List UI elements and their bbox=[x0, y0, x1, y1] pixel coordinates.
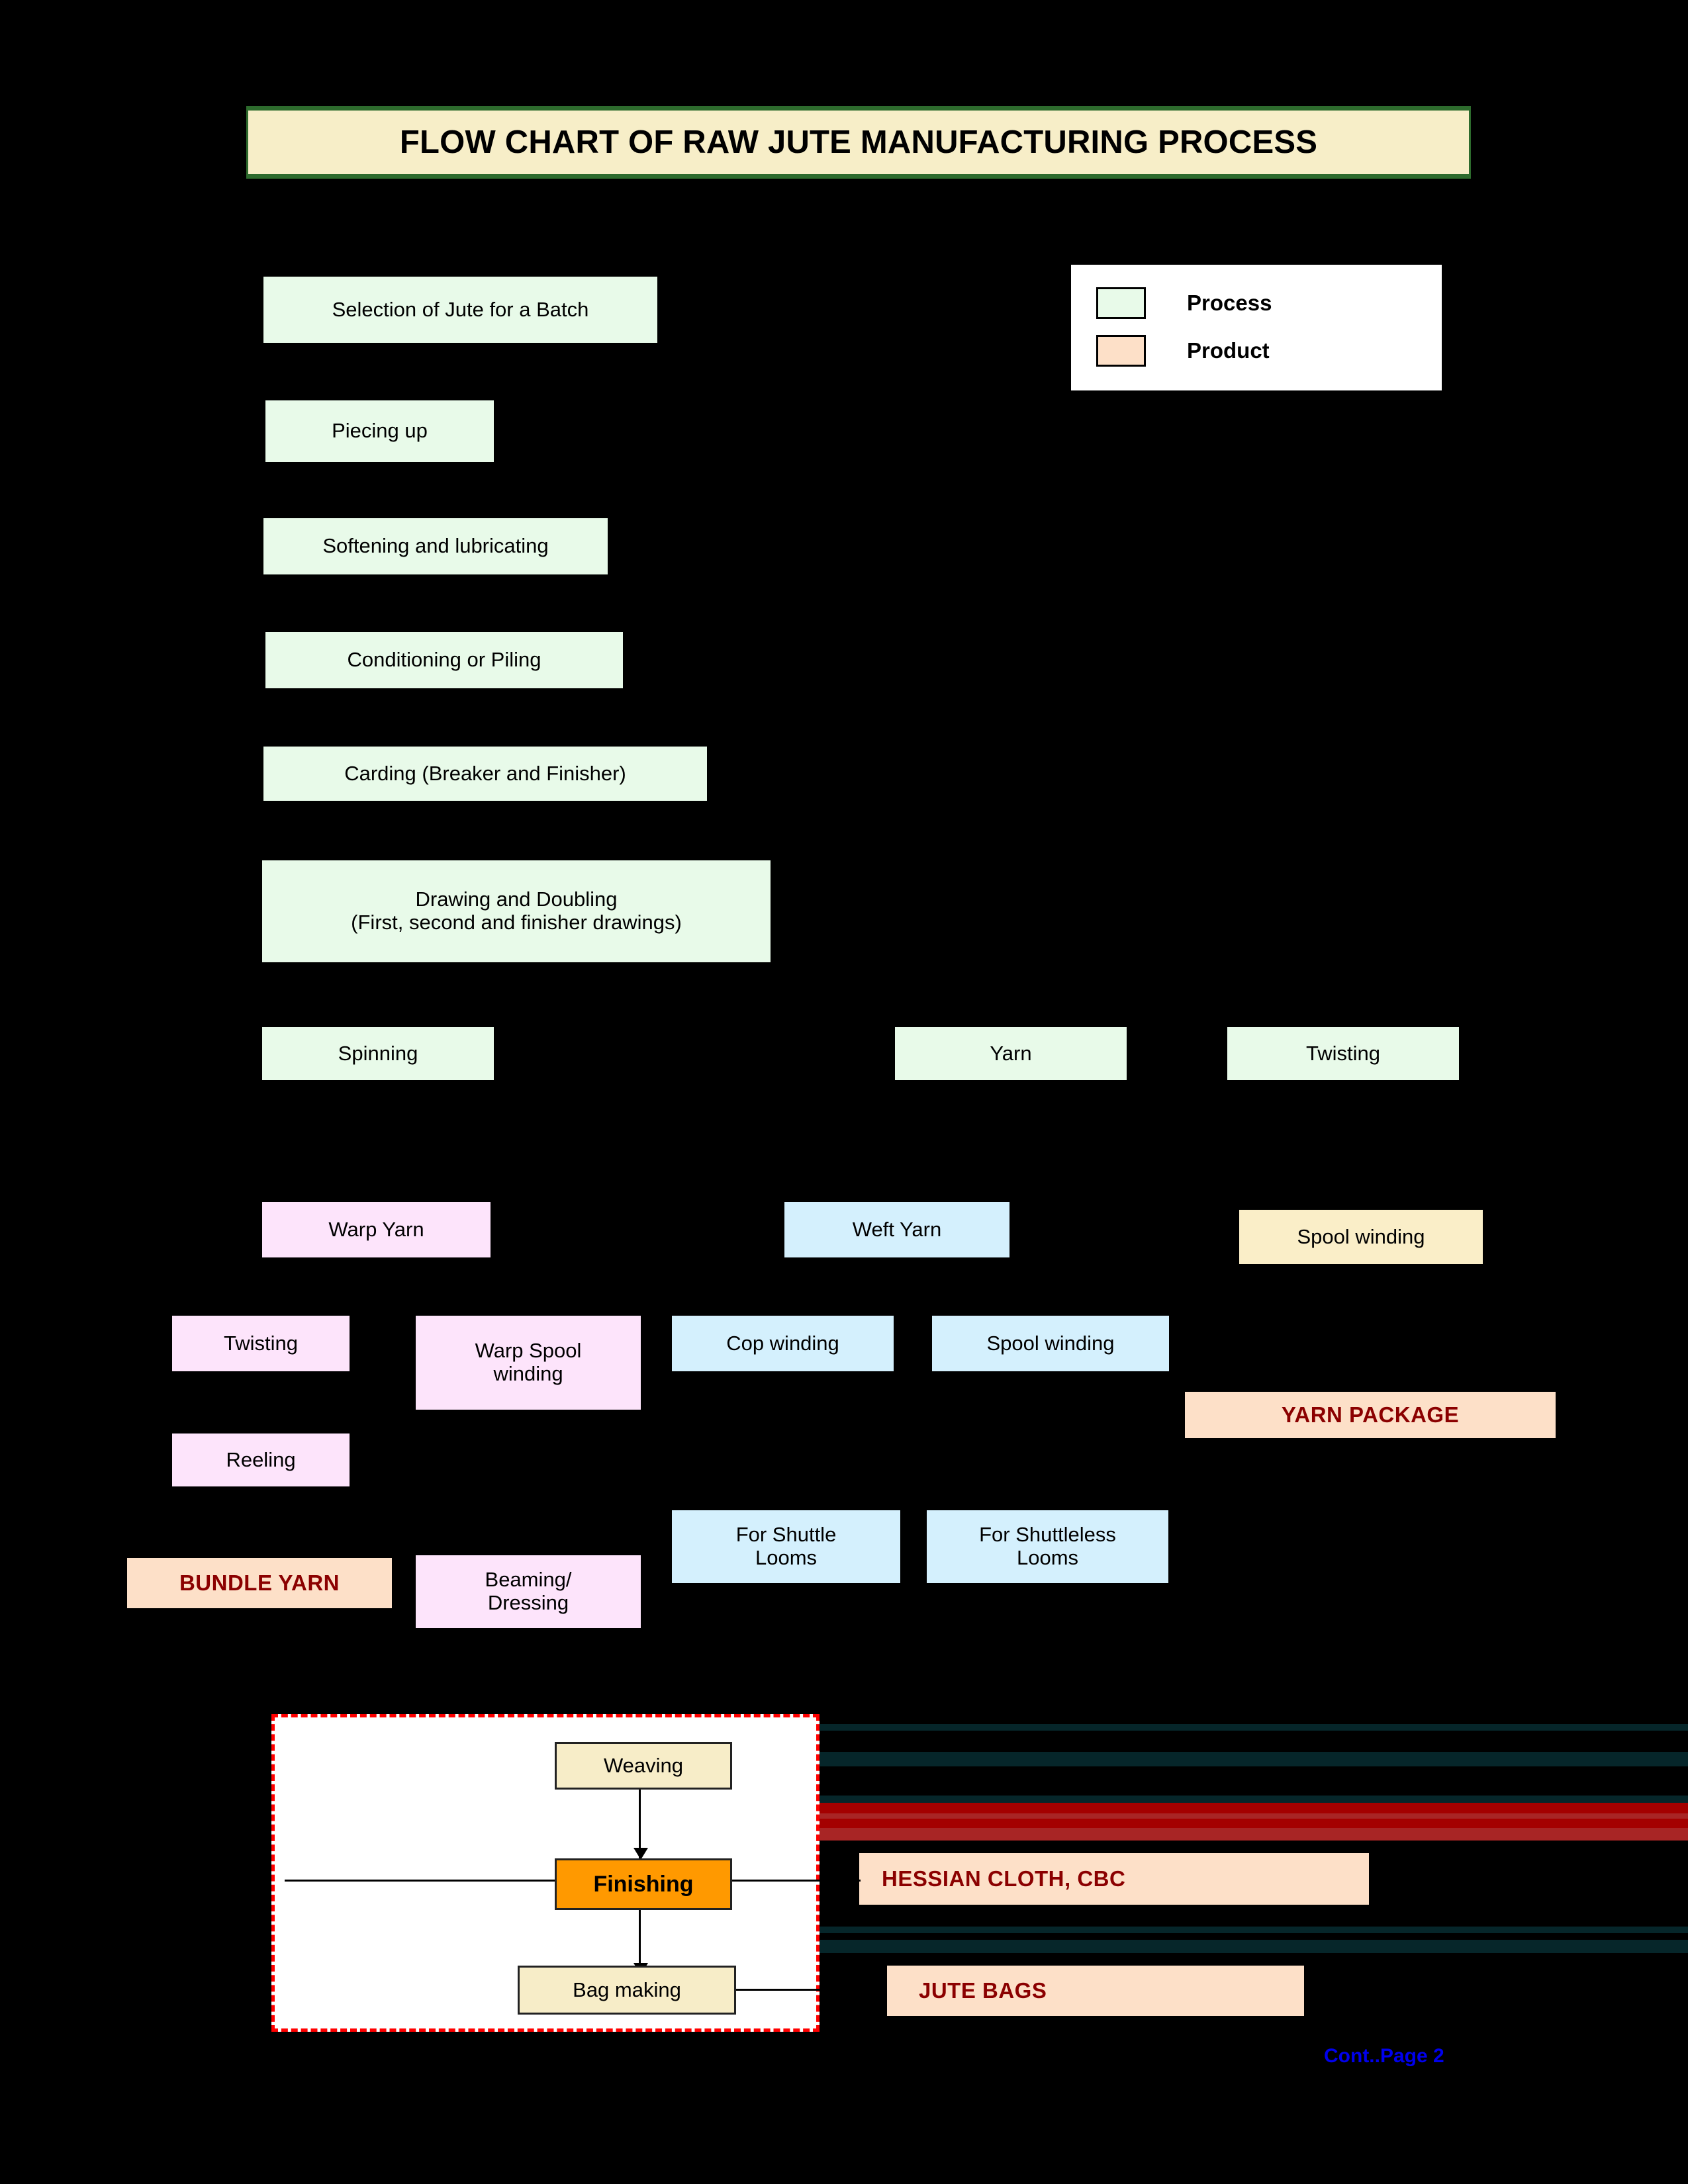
legend-swatch-process bbox=[1096, 287, 1146, 319]
connector-warp-split bbox=[252, 1277, 530, 1279]
arrowhead bbox=[295, 848, 310, 860]
node-cop-winding[interactable]: Cop winding bbox=[672, 1316, 894, 1371]
node-spool-winding-right[interactable]: Spool winding bbox=[1239, 1210, 1483, 1264]
arrowhead bbox=[1038, 1300, 1053, 1312]
node-twisting-top[interactable]: Twisting bbox=[1227, 1027, 1459, 1080]
arrowhead bbox=[1356, 1369, 1370, 1381]
node-carding[interactable]: Carding (Breaker and Finisher) bbox=[263, 747, 707, 801]
arrowhead bbox=[254, 1543, 269, 1555]
node-bundle-yarn[interactable]: BUNDLE YARN bbox=[127, 1558, 392, 1608]
node-selection-of-jute[interactable]: Selection of Jute for a Batch bbox=[263, 277, 657, 343]
continuation-note: Cont..Page 2 bbox=[1324, 2045, 1444, 2067]
arrowhead bbox=[774, 1490, 789, 1502]
node-spinning[interactable]: Spinning bbox=[262, 1027, 494, 1080]
connector-spool-shuttleless bbox=[1047, 1351, 1049, 1504]
node-warp-spool-winding[interactable]: Warp Spool winding bbox=[416, 1316, 641, 1410]
connector-bag-jutebags bbox=[728, 1989, 887, 1991]
arrowhead bbox=[523, 1526, 538, 1538]
legend-swatch-product bbox=[1096, 335, 1146, 367]
connector-twisting-spool bbox=[1011, 1165, 1345, 1167]
stripe-artifact bbox=[820, 1828, 1688, 1841]
connector-spinning-yarn bbox=[301, 1140, 910, 1142]
connector-weft-split bbox=[780, 1287, 1045, 1289]
arrowhead bbox=[246, 1298, 261, 1310]
node-hessian-cloth[interactable]: HESSIAN CLOTH, CBC bbox=[859, 1853, 1369, 1905]
node-for-shuttleless-looms[interactable]: For Shuttleless Looms bbox=[927, 1510, 1168, 1583]
arrowhead bbox=[295, 1185, 310, 1197]
node-jute-bags[interactable]: JUTE BAGS bbox=[887, 1966, 1304, 2016]
node-piecing-up[interactable]: Piecing up bbox=[265, 400, 494, 462]
arrowhead bbox=[254, 1422, 269, 1433]
node-beaming-dressing[interactable]: Beaming/ Dressing bbox=[416, 1555, 641, 1628]
node-conditioning-or-piling[interactable]: Conditioning or Piling bbox=[265, 632, 623, 688]
node-weaving[interactable]: Weaving bbox=[555, 1742, 732, 1790]
connector-warpspool-beaming bbox=[528, 1410, 530, 1542]
legend-item-product: Product bbox=[1096, 327, 1442, 375]
connector-cop-shuttle bbox=[780, 1351, 782, 1504]
arrowhead bbox=[1356, 1190, 1370, 1202]
connector-weft-down bbox=[898, 1259, 900, 1288]
connector-finishing-hessian bbox=[728, 1880, 861, 1882]
stripe-artifact bbox=[820, 1813, 1688, 1819]
connector-looms-join bbox=[639, 1647, 1049, 1649]
connector-shuttleless-weaving bbox=[1047, 1582, 1049, 1648]
connector-spinning-warp bbox=[301, 1101, 303, 1197]
stripe-artifact bbox=[820, 1752, 1688, 1766]
connector-spool-yarnpackage bbox=[1361, 1268, 1363, 1381]
stripe-artifact bbox=[820, 1940, 1688, 1953]
node-reeling[interactable]: Reeling bbox=[172, 1433, 350, 1486]
node-finishing[interactable]: Finishing bbox=[555, 1858, 732, 1910]
page-title: FLOW CHART OF RAW JUTE MANUFACTURING PRO… bbox=[246, 106, 1471, 179]
node-softening-and-lubricating[interactable]: Softening and lubricating bbox=[263, 518, 608, 574]
stripe-artifact bbox=[820, 1803, 1688, 1813]
connector-shuttle-weaving bbox=[780, 1582, 782, 1648]
arrowhead bbox=[892, 1185, 907, 1197]
node-yarn-package[interactable]: YARN PACKAGE bbox=[1185, 1392, 1556, 1438]
stripe-artifact bbox=[820, 1927, 1688, 1933]
node-twisting-warp[interactable]: Twisting bbox=[172, 1316, 350, 1371]
connector-twisting-down bbox=[1342, 1066, 1344, 1165]
stripe-artifact bbox=[820, 1796, 1688, 1803]
stripe-artifact bbox=[820, 1724, 1688, 1731]
arrowhead bbox=[774, 1300, 789, 1312]
node-warp-yarn[interactable]: Warp Yarn bbox=[262, 1202, 491, 1257]
legend: Process Product bbox=[1071, 265, 1442, 390]
legend-label-product: Product bbox=[1187, 338, 1270, 363]
node-drawing-and-doubling[interactable]: Drawing and Doubling (First, second and … bbox=[262, 860, 771, 962]
node-weft-yarn[interactable]: Weft Yarn bbox=[784, 1202, 1009, 1257]
legend-item-process: Process bbox=[1096, 279, 1442, 327]
node-yarn[interactable]: Yarn bbox=[895, 1027, 1127, 1080]
connector-into-finishing bbox=[285, 1880, 576, 1882]
flowchart-page: FLOW CHART OF RAW JUTE MANUFACTURING PRO… bbox=[0, 0, 1688, 2184]
arrowhead bbox=[1042, 1490, 1056, 1502]
stripe-artifact bbox=[820, 1819, 1688, 1828]
node-for-shuttle-looms[interactable]: For Shuttle Looms bbox=[672, 1510, 900, 1583]
node-bag-making[interactable]: Bag making bbox=[518, 1966, 736, 2015]
arrowhead bbox=[523, 1298, 538, 1310]
legend-label-process: Process bbox=[1187, 291, 1272, 315]
node-spool-winding-middle[interactable]: Spool winding bbox=[932, 1316, 1169, 1371]
